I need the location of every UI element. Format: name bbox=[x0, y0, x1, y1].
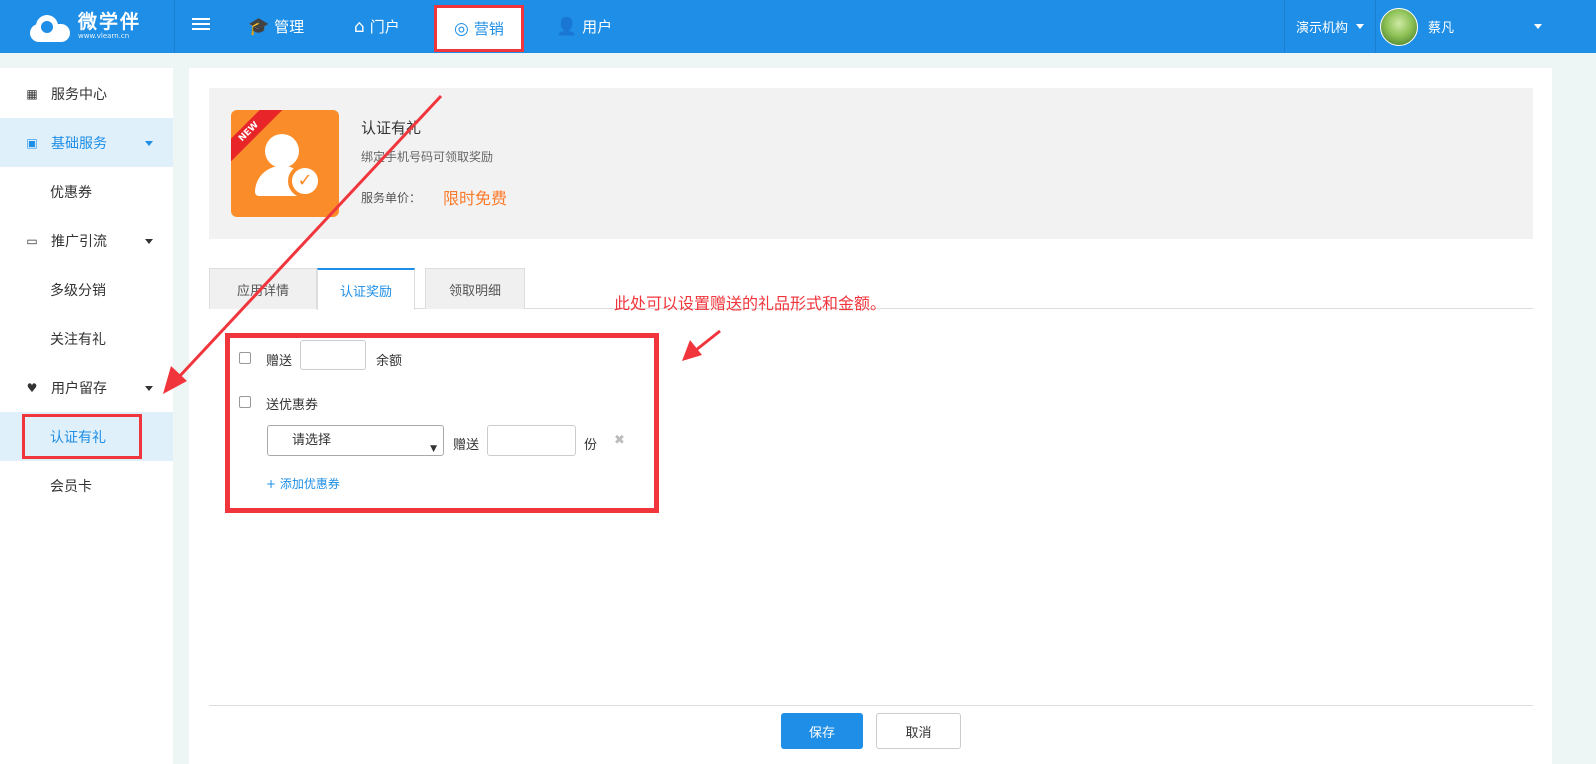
sidebar-item-label: 多级分销 bbox=[50, 282, 106, 299]
page-margin bbox=[1552, 53, 1596, 764]
chevron-down-icon bbox=[145, 141, 153, 146]
sidebar-item-label: 关注有礼 bbox=[50, 331, 106, 348]
coupon-select-value: 请选择 bbox=[292, 433, 332, 448]
price-label: 服务单价： bbox=[361, 191, 422, 205]
sidebar-item-label: 推广引流 bbox=[51, 233, 107, 250]
graduation-cap-icon: 🎓 bbox=[248, 16, 270, 37]
top-navbar: 微学伴 www.vlearn.cn 🎓 管理 ⌂ 门户 ◎ 营销 👤 用户 演示… bbox=[0, 0, 1596, 53]
sidebar-item-basic-services[interactable]: ▣ 基础服务 bbox=[0, 118, 173, 167]
nav-item-label: 营销 bbox=[473, 20, 504, 38]
globe-icon: ◎ bbox=[454, 18, 469, 39]
sidebar-item-verify-gift[interactable]: 认证有礼 bbox=[22, 414, 142, 459]
nav-item-label: 用户 bbox=[582, 18, 613, 36]
menu-toggle-icon[interactable] bbox=[192, 18, 210, 32]
nav-item-users[interactable]: 👤 用户 bbox=[556, 0, 612, 53]
sidebar-item-service-center[interactable]: ▦ 服务中心 bbox=[0, 69, 173, 118]
sidebar: ▦ 服务中心 ▣ 基础服务 优惠券 ▭ 推广引流 多级分销 关注有礼 ♥ 用户留… bbox=[0, 68, 173, 764]
sidebar-item-follow-gift[interactable]: 关注有礼 bbox=[0, 314, 173, 363]
verify-user-icon: NEW ✓ bbox=[231, 110, 339, 217]
nav-item-marketing[interactable]: ◎ 营销 bbox=[434, 5, 524, 52]
nav-item-label: 管理 bbox=[274, 18, 305, 36]
user-add-icon: 👤 bbox=[556, 16, 578, 37]
send-coupon-label: 送优惠券 bbox=[266, 398, 319, 413]
gift-label: 赠送 bbox=[266, 354, 293, 369]
nav-item-portal[interactable]: ⌂ 门户 bbox=[354, 0, 400, 53]
tab-label: 认证奖励 bbox=[339, 284, 392, 300]
sidebar-item-label: 认证有礼 bbox=[50, 429, 106, 446]
chevron-down-icon: ▼ bbox=[430, 444, 437, 454]
price-value: 限时免费 bbox=[443, 189, 508, 208]
sidebar-item-distribution[interactable]: 多级分销 bbox=[0, 265, 173, 314]
balance-unit: 余额 bbox=[376, 354, 403, 369]
user-menu[interactable]: 蔡凡 bbox=[1380, 0, 1556, 53]
sidebar-item-coupons[interactable]: 优惠券 bbox=[0, 167, 173, 216]
briefcase-icon: ▣ bbox=[26, 135, 38, 150]
chevron-down-icon bbox=[1534, 24, 1542, 29]
quantity-unit: 份 bbox=[584, 438, 598, 453]
sidebar-item-label: 优惠券 bbox=[50, 184, 92, 201]
main-panel: NEW ✓ 认证有礼 绑定手机号码可领取奖励 服务单价： 限时免费 应用详情 认… bbox=[189, 68, 1552, 764]
app-description: 绑定手机号码可领取奖励 bbox=[361, 150, 494, 164]
avatar bbox=[1380, 7, 1418, 46]
balance-amount-input[interactable] bbox=[300, 340, 366, 370]
tab-claim-details[interactable]: 领取明细 bbox=[425, 268, 525, 309]
cloud-logo-icon bbox=[26, 12, 72, 42]
check-icon: ✓ bbox=[288, 164, 322, 198]
app-title: 认证有礼 bbox=[361, 119, 422, 137]
cancel-button[interactable]: 取消 bbox=[876, 713, 961, 749]
add-coupon-link[interactable]: + 添加优惠券 bbox=[266, 475, 340, 492]
logo-subtext: www.vlearn.cn bbox=[78, 32, 130, 40]
tab-label: 领取明细 bbox=[448, 283, 501, 299]
sidebar-item-label: 基础服务 bbox=[51, 135, 107, 152]
gift-label-2: 赠送 bbox=[453, 438, 480, 453]
tab-app-details[interactable]: 应用详情 bbox=[209, 268, 317, 309]
sidebar-item-retention[interactable]: ♥ 用户留存 bbox=[0, 363, 173, 412]
gift-balance-checkbox[interactable] bbox=[239, 352, 251, 364]
reward-form: 赠送 余额 送优惠券 请选择 ▼ 赠送 份 ✖ + 添加优惠券 bbox=[225, 333, 659, 513]
heart-icon: ♥ bbox=[26, 380, 38, 395]
logo[interactable]: 微学伴 www.vlearn.cn bbox=[0, 0, 175, 53]
money-icon: ▭ bbox=[26, 233, 38, 248]
username: 蔡凡 bbox=[1428, 21, 1455, 36]
chevron-down-icon bbox=[145, 386, 153, 391]
app-info-card: NEW ✓ 认证有礼 绑定手机号码可领取奖励 服务单价： 限时免费 bbox=[209, 88, 1533, 239]
grid-icon: ▦ bbox=[26, 86, 38, 101]
chevron-down-icon bbox=[145, 239, 153, 244]
org-name: 演示机构 bbox=[1295, 21, 1348, 36]
sidebar-item-label: 会员卡 bbox=[50, 478, 92, 495]
org-dropdown[interactable]: 演示机构 bbox=[1284, 0, 1376, 53]
nav-item-label: 门户 bbox=[369, 18, 400, 36]
coupon-quantity-input[interactable] bbox=[487, 425, 576, 456]
nav-item-manage[interactable]: 🎓 管理 bbox=[248, 0, 304, 53]
sidebar-item-label: 服务中心 bbox=[51, 86, 107, 103]
save-button[interactable]: 保存 bbox=[781, 713, 863, 749]
tab-verify-reward[interactable]: 认证奖励 bbox=[317, 268, 415, 310]
annotation-text: 此处可以设置赠送的礼品形式和金额。 bbox=[614, 294, 887, 313]
coupon-select[interactable]: 请选择 ▼ bbox=[267, 425, 444, 456]
chevron-down-icon bbox=[1356, 24, 1364, 29]
tab-label: 应用详情 bbox=[236, 283, 289, 299]
logo-text: 微学伴 bbox=[78, 11, 142, 33]
sidebar-item-label: 用户留存 bbox=[51, 380, 107, 397]
divider bbox=[209, 705, 1533, 706]
sidebar-item-promotion[interactable]: ▭ 推广引流 bbox=[0, 216, 173, 265]
sidebar-item-member-card[interactable]: 会员卡 bbox=[0, 461, 173, 510]
home-icon: ⌂ bbox=[354, 16, 365, 37]
send-coupon-checkbox[interactable] bbox=[239, 396, 251, 408]
remove-coupon-icon[interactable]: ✖ bbox=[614, 433, 625, 448]
